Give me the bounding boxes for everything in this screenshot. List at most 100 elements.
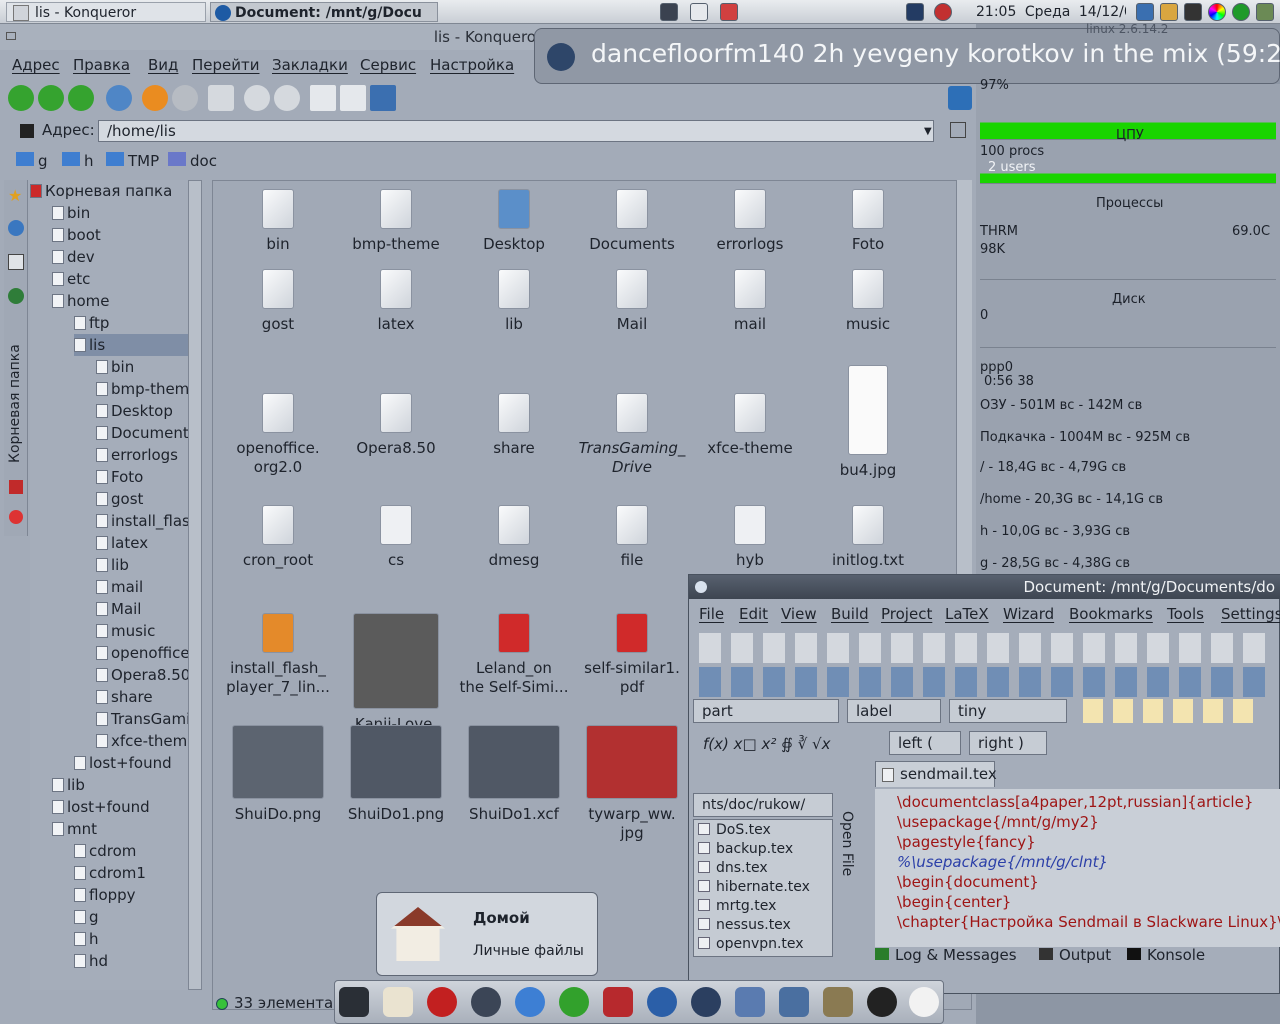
home-launcher-icon[interactable]	[383, 987, 413, 1017]
icon-view-icon[interactable]	[310, 85, 336, 111]
bookmarks-star-icon[interactable]: ★	[8, 186, 22, 205]
detail-view-icon[interactable]	[340, 85, 366, 111]
menu-settings[interactable]: Настройка	[430, 52, 514, 78]
window-menu-icon[interactable]	[6, 32, 16, 40]
tex-file-item[interactable]: nessus.tex	[698, 917, 791, 933]
draw-icon[interactable]	[779, 987, 809, 1017]
home-folder-widget[interactable]: Домой Личные файлы	[376, 892, 598, 976]
address-dropdown-icon[interactable]: ▼	[924, 126, 932, 137]
file-icon-item[interactable]: tywarp_ww. jpg	[573, 725, 691, 843]
kile-menu-build[interactable]: Build	[831, 605, 869, 623]
tree-item[interactable]: install_flash_p	[96, 510, 200, 532]
file-icon-item[interactable]: bu4.jpg	[809, 365, 927, 480]
forward-icon[interactable]	[38, 85, 64, 111]
services-tab-icon[interactable]	[9, 480, 23, 494]
tree-item[interactable]: hd	[74, 950, 108, 972]
file-icon-item[interactable]: Desktop	[455, 189, 573, 254]
preview-icon[interactable]	[370, 85, 396, 111]
menu-address[interactable]: Адрес	[12, 52, 60, 78]
format-buttons[interactable]	[1083, 699, 1263, 723]
tree-item[interactable]: errorlogs	[96, 444, 178, 466]
home-icon[interactable]	[106, 85, 132, 111]
tree-item[interactable]: ftp	[74, 312, 109, 334]
file-icon-item[interactable]: Leland_on the Self-Simi...	[455, 613, 573, 697]
file-icon-item[interactable]: music	[809, 269, 927, 334]
file-icon-item[interactable]: install_flash_ player_7_lin...	[219, 613, 337, 697]
tree-item[interactable]: dev	[52, 246, 95, 268]
clear-address-icon[interactable]	[20, 124, 34, 138]
zoom-out-icon[interactable]	[274, 85, 300, 111]
editor-tab[interactable]: sendmail.tex	[875, 761, 997, 787]
kile-menu-wizard[interactable]: Wizard	[1003, 605, 1054, 623]
terminal-icon[interactable]	[339, 987, 369, 1017]
file-icon-item[interactable]: self-similar1. pdf	[573, 613, 691, 697]
tree-item[interactable]: mnt	[52, 818, 97, 840]
record-icon[interactable]	[720, 3, 738, 21]
kile-menu-file[interactable]: File	[699, 605, 724, 623]
klipper-icon[interactable]	[690, 3, 708, 21]
tex-file-item[interactable]: openvpn.tex	[698, 936, 804, 952]
opera-icon[interactable]	[427, 987, 457, 1017]
file-icon-item[interactable]: hyb	[691, 505, 809, 570]
history-icon[interactable]	[8, 220, 24, 236]
kile-menu-edit[interactable]: Edit	[739, 605, 768, 623]
file-icon-item[interactable]: bin	[219, 189, 337, 254]
size-combo[interactable]: tiny	[949, 699, 1067, 723]
file-icon-item[interactable]: lib	[455, 269, 573, 334]
settings-tab-icon[interactable]	[9, 510, 23, 524]
file-icon-item[interactable]: Foto	[809, 189, 927, 254]
icq-launcher-icon[interactable]	[559, 987, 589, 1017]
tree-item[interactable]: latex	[96, 532, 148, 554]
file-icon-item[interactable]: xfce-theme	[691, 393, 809, 458]
monitor-icon[interactable]	[1256, 3, 1274, 21]
back-icon[interactable]	[8, 85, 34, 111]
file-icon-item[interactable]: dmesg	[455, 505, 573, 570]
tex-file-item[interactable]: dns.tex	[698, 860, 768, 876]
tree-item[interactable]: lost+found	[74, 752, 172, 774]
tree-item[interactable]: lost+found	[52, 796, 150, 818]
sectioning-combo[interactable]: part	[693, 699, 839, 723]
kile-menu-view[interactable]: View	[781, 605, 817, 623]
tree-item[interactable]: mail	[96, 576, 143, 598]
gaim-icon[interactable]	[471, 987, 501, 1017]
konsole-tab[interactable]: Konsole	[1127, 946, 1205, 964]
reference-combo[interactable]: label	[847, 699, 941, 723]
tree-item[interactable]: openoffice.or	[96, 642, 200, 664]
icon-view-scrollbar[interactable]	[956, 180, 972, 600]
tree-item[interactable]: lis	[74, 334, 200, 356]
file-icon-item[interactable]: ShuiDo.png	[219, 725, 337, 824]
tree-scrollbar[interactable]	[188, 180, 202, 990]
tree-item[interactable]: gost	[96, 488, 143, 510]
file-icon-item[interactable]: TransGaming_ Drive	[573, 393, 691, 477]
open-file-tab[interactable]: Open File	[839, 811, 855, 876]
file-icon-item[interactable]: Opera8.50	[337, 393, 455, 458]
kile-title[interactable]: Document: /mnt/g/Documents/do	[689, 575, 1280, 599]
mb-icon[interactable]	[603, 987, 633, 1017]
tex-file-item[interactable]: mrtg.tex	[698, 898, 776, 914]
home-tab-icon[interactable]	[8, 254, 24, 270]
kile-menu-latex[interactable]: LaTeX	[945, 605, 989, 623]
menu-tools[interactable]: Сервис	[360, 52, 416, 78]
tree-item[interactable]: Foto	[96, 466, 143, 488]
left-delimiter-combo[interactable]: left (	[889, 731, 961, 755]
tex-file-item[interactable]: DoS.tex	[698, 822, 771, 838]
tree-item[interactable]: music	[96, 620, 155, 642]
tree-item[interactable]: lib	[52, 774, 85, 796]
close-circle-icon[interactable]	[934, 3, 952, 21]
amarok-launcher-icon[interactable]	[691, 987, 721, 1017]
tree-item[interactable]: lib	[96, 554, 129, 576]
tux-icon[interactable]	[909, 987, 939, 1017]
amarok-tray-icon[interactable]	[906, 3, 924, 21]
show-desktop-icon[interactable]	[660, 3, 678, 21]
kile-menu-settings[interactable]: Settings	[1221, 605, 1280, 623]
tex-file-item[interactable]: backup.tex	[698, 841, 793, 857]
tex-file-item[interactable]: hibernate.tex	[698, 879, 810, 895]
tree-item[interactable]: Desktop	[96, 400, 173, 422]
address-input[interactable]: /home/lis	[98, 120, 934, 142]
tree-item[interactable]: cdrom1	[74, 862, 146, 884]
tree-item[interactable]: g	[74, 906, 99, 928]
menu-bookmarks[interactable]: Закладки	[272, 52, 348, 78]
math-toolbar-icons[interactable]: f(x) x□ x² ∯ ∛ √x	[703, 735, 830, 753]
log-tab[interactable]: Log & Messages	[875, 946, 1017, 964]
bookmark-g[interactable]: g	[16, 152, 48, 170]
